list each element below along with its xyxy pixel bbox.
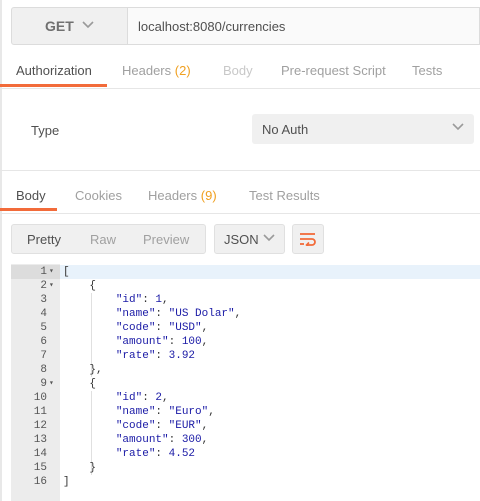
code-text: [ (63, 266, 70, 278)
view-preview-button[interactable]: Preview (143, 232, 189, 247)
code-line: 5 "code": "USD", (11, 321, 480, 335)
code-line: 16] (11, 475, 480, 489)
divider (0, 88, 480, 89)
url-input[interactable]: localhost:8080/currencies (128, 7, 480, 45)
code-line: 4 "name": "US Dolar", (11, 307, 480, 321)
code-text: { (63, 280, 97, 292)
code-line: 3 "id": 1, (11, 293, 480, 307)
request-tabs: Authorization Headers (2) Body Pre-reque… (0, 63, 480, 89)
active-tab-indicator (0, 84, 107, 87)
fold-toggle-icon[interactable]: ▾ (49, 265, 54, 279)
wrap-lines-button[interactable] (292, 224, 324, 254)
code-text: "rate": 4.52 (115, 448, 196, 460)
method-label: GET (45, 18, 74, 34)
view-raw-button[interactable]: Raw (90, 232, 116, 247)
url-value: localhost:8080/currencies (138, 18, 286, 34)
code-line: 15 } (11, 461, 480, 475)
tab-count-badge: (2) (174, 63, 191, 78)
line-number: 9 (40, 378, 47, 390)
code-text: } (63, 462, 97, 474)
line-number: 6 (40, 336, 47, 348)
code-text: "id": 1, (115, 294, 169, 306)
format-select[interactable]: JSON (214, 224, 285, 254)
code-line: 11 "name": "Euro", (11, 405, 480, 419)
tab-label: Body (16, 188, 46, 203)
tab-headers[interactable]: Headers (2) (122, 63, 191, 89)
line-number: 13 (33, 434, 47, 446)
line-number: 15 (33, 462, 47, 474)
chevron-down-icon (452, 123, 464, 131)
tab-label: Authorization (16, 63, 92, 78)
code-line: 1 ▾ [ (11, 265, 480, 279)
auth-type-label: Type (31, 123, 60, 138)
wrap-lines-icon (300, 233, 316, 246)
code-text: }, (63, 364, 103, 376)
tab-label: Headers (122, 63, 172, 78)
code-line: 10 "id": 2, (11, 391, 480, 405)
code-line: 6 "amount": 100, (11, 335, 480, 349)
line-number: 3 (40, 294, 47, 306)
code-text: "code": "EUR", (115, 420, 209, 432)
code-line: 12 "code": "EUR", (11, 419, 480, 433)
line-number: 14 (33, 448, 47, 460)
line-number: 2 (40, 280, 47, 292)
tab-label: Tests (412, 63, 443, 78)
code-line: 9 ▾ { (11, 377, 480, 391)
view-mode-group: Pretty Raw Preview (11, 224, 206, 254)
code-text: "amount": 100, (115, 336, 209, 348)
auth-type-select[interactable]: No Auth (252, 114, 474, 144)
code-text: ] (63, 476, 70, 488)
chevron-down-icon (82, 21, 94, 29)
code-text: "code": "USD", (115, 322, 209, 334)
line-number: 4 (40, 308, 47, 320)
line-number: 11 (33, 406, 47, 418)
line-number: 5 (40, 322, 47, 334)
fold-toggle-icon[interactable]: ▾ (49, 377, 54, 391)
auth-type-value: No Auth (262, 121, 309, 137)
tab-cookies[interactable]: Cookies (75, 188, 122, 214)
code-line: 7 "rate": 3.92 (11, 349, 480, 363)
line-number: 1 (40, 266, 47, 278)
code-text: "amount": 300, (115, 434, 209, 446)
divider (0, 170, 480, 171)
code-text: "rate": 3.92 (115, 350, 196, 362)
code-line: 8 }, (11, 363, 480, 377)
active-tab-indicator (0, 208, 57, 211)
code-line: 13 "amount": 300, (11, 433, 480, 447)
code-line: 2 ▾ { (11, 279, 480, 293)
code-text: "id": 2, (115, 392, 169, 404)
request-bar: GET localhost:8080/currencies (11, 7, 480, 45)
line-number: 8 (40, 364, 47, 376)
format-value: JSON (224, 231, 259, 247)
code-line: 14 "rate": 4.52 (11, 447, 480, 461)
fold-toggle-icon[interactable]: ▾ (49, 279, 54, 293)
tab-label: Headers (148, 188, 198, 203)
code-text: "name": "Euro", (115, 406, 215, 418)
tab-label: Test Results (249, 188, 320, 203)
divider (0, 213, 480, 214)
tab-pre-request-script[interactable]: Pre-request Script (281, 63, 386, 89)
code-text: { (63, 378, 97, 390)
line-number: 7 (40, 350, 47, 362)
method-select[interactable]: GET (11, 7, 128, 45)
tab-body[interactable]: Body (223, 63, 253, 89)
tab-test-results[interactable]: Test Results (249, 188, 320, 214)
line-number: 16 (33, 476, 47, 488)
view-pretty-button[interactable]: Pretty (27, 232, 61, 247)
tab-label: Pre-request Script (281, 63, 386, 78)
tab-count-badge: (9) (200, 188, 217, 203)
tab-label: Cookies (75, 188, 122, 203)
code-text: "name": "US Dolar", (115, 308, 242, 320)
chevron-down-icon (263, 234, 275, 242)
tab-response-headers[interactable]: Headers (9) (148, 188, 217, 214)
line-number: 10 (33, 392, 47, 404)
response-body-editor[interactable]: 1 ▾[2 ▾ {3 "id": 1, 4 "name": "US Dolar", 5 … (11, 264, 480, 501)
tab-tests[interactable]: Tests (412, 63, 442, 89)
line-number: 12 (33, 420, 47, 432)
tab-label: Body (223, 63, 253, 78)
